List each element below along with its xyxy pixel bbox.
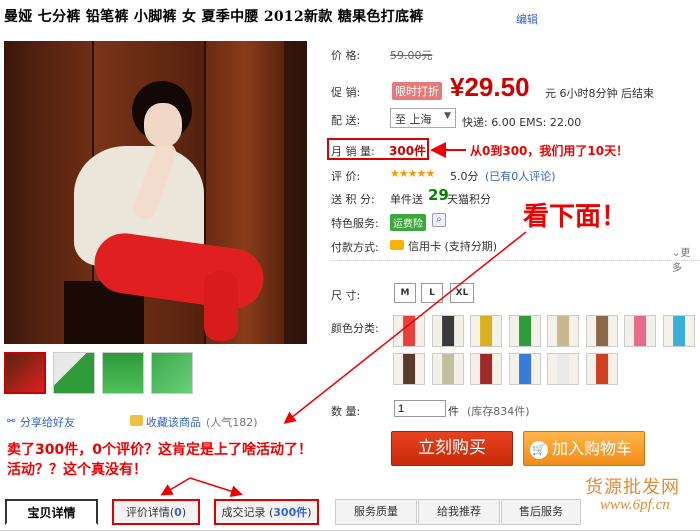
arrow-to-record-tab [189,477,243,497]
tab-close-paren: ) [307,506,312,519]
tab-recommend[interactable]: 给我推荐 [418,499,500,525]
watermark-text: 货源批发网 [585,477,680,498]
tab-item-details[interactable]: 宝贝详情 [5,499,98,525]
annotation-sales-note: 从0到300，我们用了10天！ [470,144,629,158]
tab-service-quality[interactable]: 服务质量 [335,499,417,525]
arrow-to-review-tab [160,477,191,496]
tab-transactions[interactable]: 成交记录 (300件) [214,499,319,525]
tab-label: 服务质量 [354,505,398,518]
annotation-look-below: 看下面！ [523,202,628,232]
tab-label: 售后服务 [519,505,563,518]
tab-label: 给我推荐 [437,505,481,518]
tab-label: 宝贝详情 [27,506,76,520]
tab-reviews[interactable]: 评价详情(0) [112,499,200,525]
annotation-activity-question: 卖了300件，0个评价？这肯定是上了啥活动了！ [7,442,312,458]
arrow-to-tabs [283,231,527,424]
transaction-count: 300件 [273,506,308,519]
watermark-url: www.6pf.cn [600,497,670,513]
annotation-activity-answer: 活动？？这个真没有！ [7,462,147,478]
tab-close-paren: ) [181,506,187,519]
tab-after-sales[interactable]: 售后服务 [501,499,581,525]
review-count: 0 [174,506,182,519]
tab-label: 评价详情( [125,506,175,519]
tab-label: 成交记录 ( [221,506,274,519]
